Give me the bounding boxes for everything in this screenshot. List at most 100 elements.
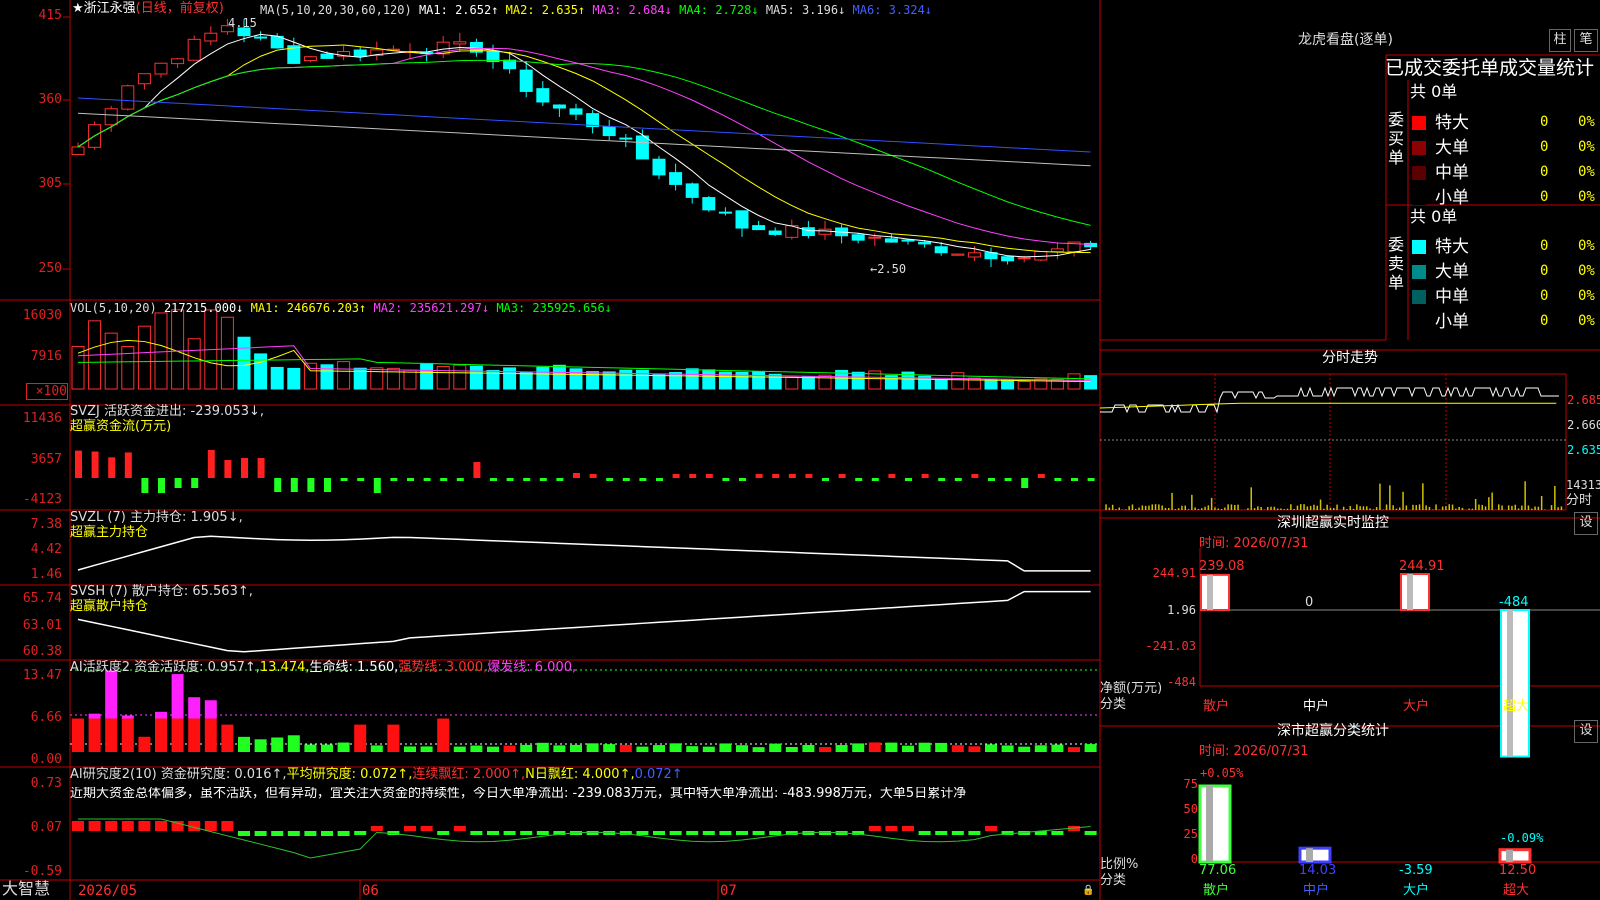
candle xyxy=(137,73,151,85)
intraday-volume-bar xyxy=(1326,504,1328,510)
activity-bar xyxy=(636,746,649,752)
fund-flow-bar xyxy=(340,478,348,481)
vol-unit-box[interactable]: ×100 xyxy=(26,383,68,400)
order-swatch xyxy=(1412,240,1426,254)
activity-bar xyxy=(337,742,350,752)
intraday-volume-bar xyxy=(1451,504,1454,510)
main-y-tick: 415 xyxy=(38,8,62,23)
intraday-volume-bar xyxy=(1128,506,1130,510)
candle xyxy=(934,246,948,254)
classify-value: 77.06 xyxy=(1199,863,1237,878)
x-axis-label: 07 xyxy=(720,883,737,899)
intraday-volume-bar xyxy=(1280,508,1282,510)
svzl-subtitle: 超赢主力持仓 xyxy=(70,525,149,540)
intraday-volume-bar xyxy=(1224,507,1226,510)
intraday-volume-bar xyxy=(1131,504,1134,510)
high-price-marker: 4.15 xyxy=(228,16,257,30)
ai2-value: AI研究度2(10) 资金研究度: 0.016↑, xyxy=(70,767,287,782)
volume-bar xyxy=(702,369,716,390)
research-bar xyxy=(586,831,599,835)
intraday-volume-bar xyxy=(1290,504,1292,510)
candle xyxy=(1050,248,1064,253)
candle xyxy=(187,38,201,61)
candle xyxy=(536,88,550,103)
intraday-volume-bar xyxy=(1118,507,1120,510)
tab-bar-button[interactable]: 柱 xyxy=(1549,29,1571,52)
fund-flow-bar xyxy=(1021,478,1029,488)
order-swatch xyxy=(1412,290,1426,304)
intraday-volume-bar xyxy=(1144,505,1147,510)
order-pct: 0% xyxy=(1578,114,1595,130)
sz-classify-settings-button[interactable]: 设 xyxy=(1574,720,1598,743)
vol-y-tick: 7916 xyxy=(30,349,62,364)
sz-bar-category: 散户 xyxy=(1203,699,1230,714)
intraday-volume-bar xyxy=(1474,498,1477,510)
research-bar xyxy=(985,826,997,831)
activity-burst-bar xyxy=(88,713,101,719)
intraday-title: 分时走势 xyxy=(1322,350,1378,366)
volume-bar xyxy=(287,367,301,390)
intraday-vol-tick: 14313 xyxy=(1566,478,1600,492)
sz-monitor-settings-button[interactable]: 设 xyxy=(1574,512,1598,535)
ai2-y-tick: 0.73 xyxy=(30,776,62,791)
fund-flow-bar xyxy=(124,452,132,478)
candle xyxy=(586,113,600,128)
fund-flow-bar xyxy=(573,473,580,478)
order-swatch xyxy=(1412,166,1426,180)
fund-flow-bar xyxy=(75,450,82,478)
intraday-volume-bar xyxy=(1531,508,1533,510)
fund-flow-bar xyxy=(290,478,298,492)
activity-bar xyxy=(702,746,715,752)
fund-flow-bar xyxy=(174,478,182,488)
research-bar xyxy=(238,831,250,836)
chart-mode[interactable]: (日线，前复权) xyxy=(136,1,224,16)
order-swatch xyxy=(1412,191,1426,205)
main-y-tick: 360 xyxy=(38,92,62,107)
classify-bar xyxy=(1498,848,1532,864)
fund-flow-bar xyxy=(539,478,547,481)
intraday-volume-bar xyxy=(1471,508,1474,510)
intraday-volume-bar xyxy=(1362,506,1365,510)
classify-category: 大户 xyxy=(1403,883,1430,898)
intraday-volume-bar xyxy=(1379,483,1381,510)
intraday-volume-bar xyxy=(1425,505,1427,510)
fund-flow-bar xyxy=(207,450,215,478)
fund-flow-bar xyxy=(357,478,365,481)
lock-icon[interactable]: 🔒 xyxy=(1082,884,1094,898)
activity-bar xyxy=(238,736,250,752)
classify-value: 12.50 xyxy=(1499,863,1537,878)
research-bar xyxy=(420,826,433,831)
candle xyxy=(154,62,168,75)
activity-bar xyxy=(321,744,333,752)
fund-flow-bar xyxy=(1087,478,1095,481)
ai1-y-tick: 0.00 xyxy=(30,752,62,767)
intraday-volume-bar xyxy=(1191,494,1193,510)
fund-flow-bar xyxy=(589,474,597,478)
research-bar xyxy=(951,831,964,835)
classify-value: 14.03 xyxy=(1299,863,1337,878)
research-bar xyxy=(918,831,931,835)
intraday-volume-bar xyxy=(1333,508,1335,510)
activity-bar xyxy=(254,739,267,752)
activity-burst-bar xyxy=(121,715,134,719)
intraday-volume-bar xyxy=(1557,507,1559,510)
sell-total: 共 0单 xyxy=(1410,207,1458,226)
research-bar xyxy=(702,831,715,835)
candle xyxy=(768,230,782,235)
intraday-volume-bar xyxy=(1220,508,1223,510)
sz-bar-category: 大户 xyxy=(1403,699,1430,714)
kline-chart-canvas[interactable] xyxy=(0,0,1600,900)
intraday-volume-bar xyxy=(1511,505,1513,510)
fund-flow-bar xyxy=(1071,478,1078,481)
tab-tick-button[interactable]: 笔 xyxy=(1574,29,1598,52)
volume-bar xyxy=(1084,375,1098,390)
ai2-consecutive: 连续飘红: 2.000↑, xyxy=(412,767,526,782)
activity-bar xyxy=(951,745,964,752)
vol-legend: VOL(5,10,20) 217215.000↓ MA1: 246676.203… xyxy=(70,301,612,315)
fund-flow-bar xyxy=(506,478,514,481)
brand-logo[interactable]: 大智慧 xyxy=(2,881,50,897)
classify-bar xyxy=(1298,846,1332,864)
volume-bar xyxy=(270,366,284,390)
activity-bar xyxy=(155,718,167,752)
intraday-volume-bar xyxy=(1296,505,1299,510)
